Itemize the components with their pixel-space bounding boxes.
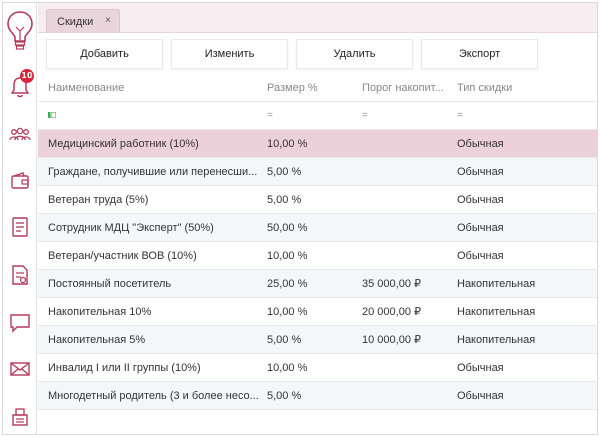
filter-size-field[interactable]: = [267, 110, 359, 121]
cell-size: 10,00 % [267, 305, 308, 318]
cell-type: Обычная [457, 249, 504, 262]
cell-type: Накопительная [457, 305, 536, 318]
table-row[interactable]: Ветеран труда (5%) 5,00 % Обычная [38, 186, 597, 214]
cell-name: Ветеран/участник ВОВ (10%) [48, 249, 197, 262]
table-row[interactable]: Постоянный посетитель 25,00 % 35 000,00 ₽ Н… [38, 270, 597, 298]
table-row[interactable]: Инвалид I или II группы (10%) 10,00 % Обыч… [38, 354, 597, 382]
cell-type: Накопительная [457, 277, 536, 290]
cell-size: 5,00 % [267, 165, 302, 178]
cell-size: 10,00 % [267, 137, 308, 150]
table-row[interactable]: Многодетный родитель (3 и более несо... 5… [38, 382, 597, 410]
cell-size: 5,00 % [267, 193, 302, 206]
bulb-icon[interactable] [3, 7, 37, 55]
cell-type: Обычная [457, 221, 504, 234]
cell-size: 5,00 % [267, 333, 302, 346]
cell-type: Обычная [457, 389, 504, 402]
app-window: 10 Скидки × Добавить Изменить Удалить Эк… [2, 2, 598, 435]
table-row[interactable]: Сотрудник МДЦ "Эксперт" (50%) 50,00 % Обыч… [38, 214, 597, 242]
column-header-type[interactable]: Тип скидки [457, 82, 597, 94]
tab-bar: Скидки × [38, 3, 597, 33]
tab-discounts[interactable]: Скидки × [46, 9, 120, 33]
main-panel: Скидки × Добавить Изменить Удалить Экспо… [38, 3, 597, 434]
close-icon[interactable]: × [105, 15, 111, 26]
filter-threshold-field[interactable]: = [362, 110, 454, 121]
report-icon[interactable] [3, 261, 37, 289]
cell-name: Постоянный посетитель [48, 277, 172, 290]
table-row[interactable]: Ветеран/участник ВОВ (10%) 10,00 % Обычная [38, 242, 597, 270]
cell-threshold: 10 000,00 ₽ [362, 334, 421, 346]
cell-threshold: 35 000,00 ₽ [362, 278, 421, 290]
toolbar: Добавить Изменить Удалить Экспорт [38, 39, 597, 71]
mail-icon[interactable] [3, 355, 37, 383]
notification-badge: 10 [20, 69, 34, 83]
tab-label: Скидки [57, 15, 94, 28]
cell-type: Обычная [457, 165, 504, 178]
cell-name: Ветеран труда (5%) [48, 193, 149, 206]
cell-type: Обычная [457, 137, 504, 150]
cell-type: Накопительная [457, 333, 536, 346]
cell-name: Накопительная 10% [48, 305, 152, 318]
cell-name: Граждане, получившие или перенесши... [48, 165, 258, 178]
cell-name: Многодетный родитель (3 и более несо... [48, 389, 259, 402]
table-row[interactable]: Накопительная 10% 10,00 % 20 000,00 ₽ Накоп… [38, 298, 597, 326]
edit-button[interactable]: Изменить [171, 39, 288, 69]
cell-name: Накопительная 5% [48, 333, 146, 346]
filter-row: = = = [38, 102, 597, 130]
table-row[interactable]: Медицинский работник (10%) 10,00 % Обычная [38, 130, 597, 158]
table-row[interactable]: Граждане, получившие или перенесши... 5,0… [38, 158, 597, 186]
wallet-icon[interactable] [3, 168, 37, 194]
cell-size: 10,00 % [267, 249, 308, 262]
sidebar: 10 [3, 3, 37, 434]
cell-size: 5,00 % [267, 389, 302, 402]
filter-icon [48, 112, 56, 118]
cell-size: 25,00 % [267, 277, 308, 290]
filter-name-field[interactable] [48, 110, 263, 121]
column-header-size[interactable]: Размер % [267, 82, 359, 94]
cell-name: Медицинский работник (10%) [48, 137, 199, 150]
cell-threshold: 20 000,00 ₽ [362, 306, 421, 318]
delete-button[interactable]: Удалить [296, 39, 413, 69]
table-header: Наименование Размер % Порог накопит... Т… [38, 74, 597, 102]
column-header-name[interactable]: Наименование [48, 82, 263, 94]
cell-type: Обычная [457, 193, 504, 206]
cell-size: 50,00 % [267, 221, 308, 234]
cell-size: 10,00 % [267, 361, 308, 374]
export-button[interactable]: Экспорт [421, 39, 538, 69]
cell-name: Сотрудник МДЦ "Эксперт" (50%) [48, 221, 214, 234]
notifications-button[interactable]: 10 [3, 69, 37, 103]
column-header-threshold[interactable]: Порог накопит... [362, 82, 454, 94]
cell-name: Инвалид I или II группы (10%) [48, 361, 201, 374]
cashier-icon[interactable] [3, 403, 37, 431]
add-button[interactable]: Добавить [46, 39, 163, 69]
chat-icon[interactable] [3, 309, 37, 337]
form-icon[interactable] [3, 213, 37, 241]
users-icon[interactable] [3, 121, 37, 147]
table-row[interactable]: Накопительная 5% 5,00 % 10 000,00 ₽ Накопит… [38, 326, 597, 354]
cell-type: Обычная [457, 361, 504, 374]
filter-type-field[interactable]: = [457, 110, 597, 121]
